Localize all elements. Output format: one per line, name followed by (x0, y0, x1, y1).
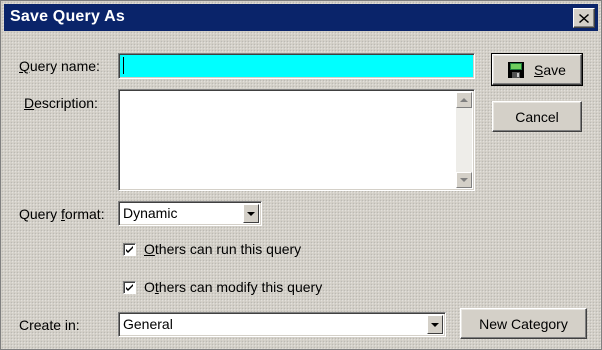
description-label: Description: (24, 95, 98, 111)
query-name-label: Query name: (19, 58, 100, 74)
scroll-down-arrow-icon (460, 178, 468, 182)
others-modify-checkbox[interactable] (123, 281, 136, 294)
chevron-down-icon (431, 322, 439, 327)
window-title: Save Query As (10, 8, 125, 25)
query-format-label: Query format: (19, 206, 105, 222)
others-run-checkbox[interactable] (123, 243, 136, 256)
create-in-label: Create in: (19, 317, 80, 333)
title-bar[interactable]: Save Query As (4, 4, 598, 31)
query-format-value: Dynamic (123, 205, 178, 221)
create-in-select[interactable]: General (118, 312, 446, 337)
description-scrollbar[interactable] (456, 92, 472, 188)
cancel-button[interactable]: Cancel (492, 101, 582, 132)
text-cursor (123, 57, 124, 74)
query-name-input[interactable] (118, 53, 475, 79)
scroll-up-arrow-icon (460, 98, 468, 102)
description-textarea[interactable] (118, 89, 475, 191)
checkmark-icon (126, 246, 133, 253)
new-category-button-label: New Category (479, 315, 568, 332)
new-category-button[interactable]: New Category (460, 308, 587, 339)
cancel-button-label: Cancel (515, 108, 559, 125)
save-button-label: Save (534, 61, 566, 78)
query-format-dropdown-button[interactable] (243, 204, 259, 223)
checkmark-icon (126, 284, 133, 291)
close-icon (579, 13, 589, 23)
chevron-down-icon (247, 211, 255, 216)
save-button[interactable]: Save (491, 53, 583, 86)
close-button[interactable] (573, 8, 595, 28)
others-run-label[interactable]: Others can run this query (144, 241, 301, 257)
create-in-dropdown-button[interactable] (427, 315, 443, 334)
save-query-dialog: Save Query As Query name: Description: S… (0, 0, 602, 350)
scroll-up-button[interactable] (456, 92, 472, 108)
query-format-select[interactable]: Dynamic (118, 201, 262, 226)
floppy-disk-icon (508, 61, 525, 78)
create-in-value: General (123, 316, 173, 332)
scroll-down-button[interactable] (456, 172, 472, 188)
others-modify-label[interactable]: Others can modify this query (144, 279, 322, 295)
